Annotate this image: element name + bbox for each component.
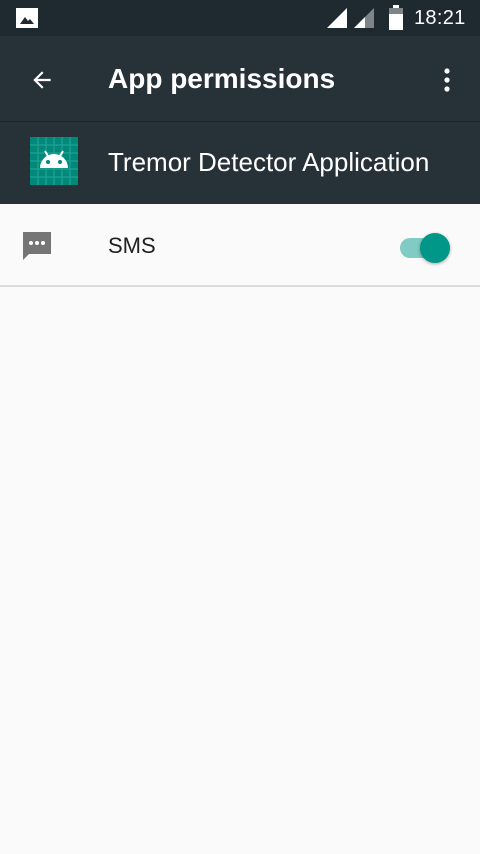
overflow-menu-button[interactable] [423, 56, 471, 104]
signal-icon [327, 8, 347, 28]
divider [0, 285, 480, 287]
app-name: Tremor Detector Application [108, 147, 430, 177]
page-title: App permissions [108, 63, 336, 94]
battery-icon [389, 5, 403, 30]
status-time: 18:21 [414, 7, 466, 29]
back-button[interactable] [18, 56, 66, 104]
toggle-thumb [420, 233, 450, 263]
sms-icon [23, 232, 51, 260]
app-bar: App permissions [0, 36, 480, 122]
permission-row-sms[interactable]: SMS [0, 204, 480, 286]
app-header: Tremor Detector Application [0, 122, 480, 204]
status-bar: 18:21 [0, 0, 480, 36]
permission-label: SMS [108, 233, 156, 258]
more-vert-icon [444, 68, 450, 92]
android-icon [30, 137, 78, 185]
sms-permission-toggle[interactable] [398, 228, 454, 268]
gallery-icon [16, 8, 38, 28]
signal-icon [354, 8, 374, 28]
arrow-back-icon [33, 71, 51, 89]
